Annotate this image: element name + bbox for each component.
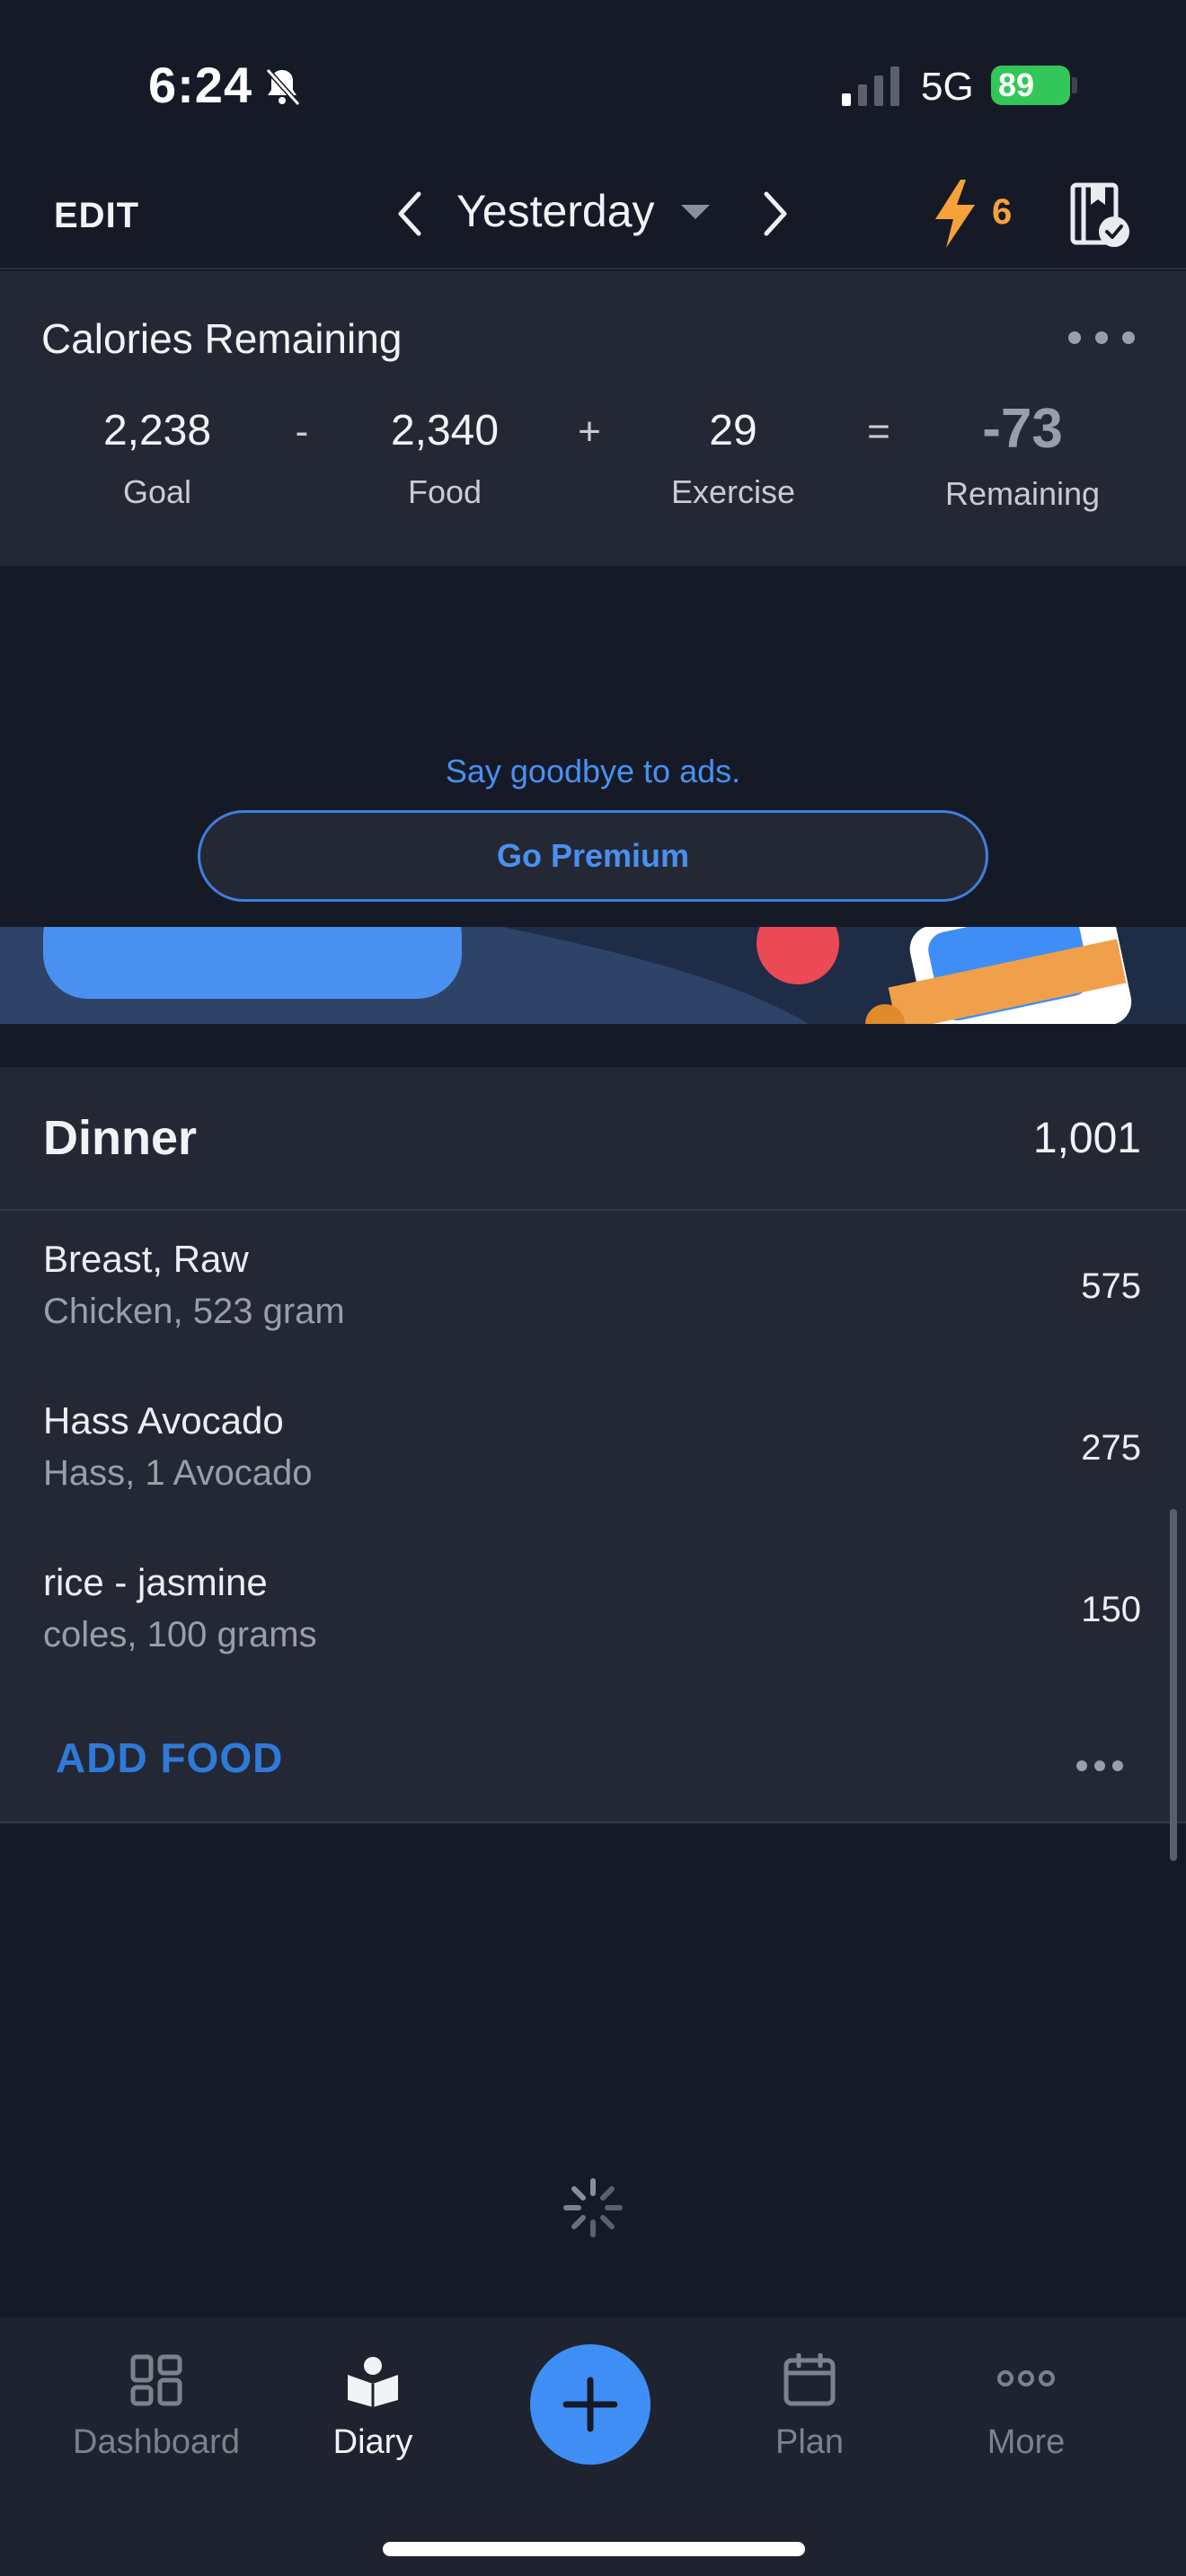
tab-more[interactable]: More	[918, 2353, 1134, 2462]
remaining-column: -73 Remaining	[915, 398, 1130, 513]
ad-removal-text: Say goodbye to ads.	[445, 753, 741, 790]
food-label: Food	[407, 473, 482, 510]
more-options-icon[interactable]	[1075, 1759, 1125, 1773]
food-calories: 275	[1081, 1428, 1141, 1468]
chevron-left-icon[interactable]	[392, 189, 428, 239]
status-bar: 6:24 5G 89	[0, 0, 1186, 162]
exercise-column: 29 Exercise	[625, 406, 841, 511]
home-indicator[interactable]	[383, 2542, 805, 2556]
date-selector[interactable]: Yesterday	[456, 185, 655, 237]
status-time: 6:24	[148, 57, 253, 113]
dinner-header[interactable]: Dinner 1,001	[0, 1067, 1186, 1211]
section-gap	[0, 1024, 1186, 1067]
add-entry-button[interactable]	[530, 2344, 651, 2465]
dinner-total-calories: 1,001	[1032, 1115, 1141, 1162]
battery-tip	[1072, 77, 1077, 93]
diary-complete-icon[interactable]	[1069, 181, 1132, 250]
food-description: Chicken, 523 gram	[43, 1292, 345, 1331]
calories-remaining-title: Calories Remaining	[41, 315, 403, 362]
food-description: Hass, 1 Avocado	[43, 1453, 313, 1493]
plus-icon	[562, 2377, 618, 2432]
edit-button[interactable]: EDIT	[54, 196, 139, 236]
ad-banner-image[interactable]	[0, 927, 1186, 1024]
ad-banner-illustration	[43, 927, 1186, 1024]
minus-operator: -	[295, 410, 309, 454]
food-entry[interactable]: Hass Avocado Hass, 1 Avocado 275	[0, 1372, 1186, 1534]
exercise-value: 29	[709, 407, 757, 454]
tab-diary[interactable]: Diary	[265, 2353, 481, 2462]
more-options-icon[interactable]	[1066, 329, 1137, 347]
food-column: 2,340 Food	[337, 406, 553, 511]
tab-diary-label: Diary	[332, 2423, 413, 2461]
food-entry[interactable]: rice - jasmine coles, 100 grams 150	[0, 1534, 1186, 1696]
food-name: rice - jasmine	[43, 1561, 268, 1603]
food-name: Hass Avocado	[43, 1399, 284, 1442]
loading-spinner-icon	[563, 2178, 623, 2237]
goal-column: 2,238 Goal	[49, 406, 265, 511]
scrollbar[interactable]	[1170, 1509, 1177, 1861]
tab-more-label: More	[987, 2423, 1066, 2461]
goal-value: 2,238	[102, 407, 212, 454]
tab-plan-label: Plan	[774, 2423, 845, 2461]
battery-level: 89	[998, 66, 1035, 103]
calendar-icon	[783, 2353, 836, 2406]
calories-remaining-card[interactable]: Calories Remaining 2,238 Goal - 2,340 Fo…	[0, 271, 1186, 566]
network-type: 5G	[921, 65, 974, 109]
tab-plan[interactable]: Plan	[702, 2353, 917, 2462]
exercise-label: Exercise	[670, 473, 796, 510]
diary-book-icon	[348, 2357, 398, 2407]
food-name: Breast, Raw	[43, 1238, 249, 1280]
lightning-bolt-icon[interactable]	[930, 178, 980, 250]
remaining-value: -73	[982, 398, 1063, 460]
dashboard-icon	[130, 2354, 182, 2406]
streak-count[interactable]: 6	[992, 192, 1012, 233]
plus-operator: +	[578, 410, 601, 454]
ad-container: Say goodbye to ads. Go Premium	[0, 566, 1186, 927]
equals-operator: =	[867, 410, 890, 454]
tab-dashboard[interactable]: Dashboard	[49, 2353, 264, 2462]
ellipsis-icon	[997, 2370, 1055, 2386]
tab-dashboard-label: Dashboard	[73, 2423, 240, 2461]
chevron-right-icon[interactable]	[757, 189, 793, 239]
cell-signal-icon	[842, 66, 899, 106]
food-entry[interactable]: Breast, Raw Chicken, 523 gram 575	[0, 1211, 1186, 1372]
dinner-title: Dinner	[43, 1111, 198, 1165]
dinner-meal-card: Dinner 1,001 Breast, Raw Chicken, 523 gr…	[0, 1067, 1186, 1823]
caret-down-icon[interactable]	[681, 205, 710, 219]
food-value: 2,340	[390, 407, 500, 454]
food-description: coles, 100 grams	[43, 1615, 317, 1654]
go-premium-button[interactable]: Go Premium	[198, 810, 988, 902]
remaining-label: Remaining	[944, 475, 1101, 512]
bottom-tab-bar: Dashboard Diary Plan More	[0, 2317, 1186, 2576]
food-calories: 575	[1081, 1266, 1141, 1306]
food-calories: 150	[1081, 1590, 1141, 1629]
add-food-button[interactable]: ADD FOOD	[56, 1734, 283, 1782]
diary-header: EDIT Yesterday 6	[0, 162, 1186, 269]
goal-label: Goal	[122, 473, 192, 510]
battery-indicator: 89	[991, 66, 1070, 105]
bell-muted-icon	[265, 67, 301, 107]
